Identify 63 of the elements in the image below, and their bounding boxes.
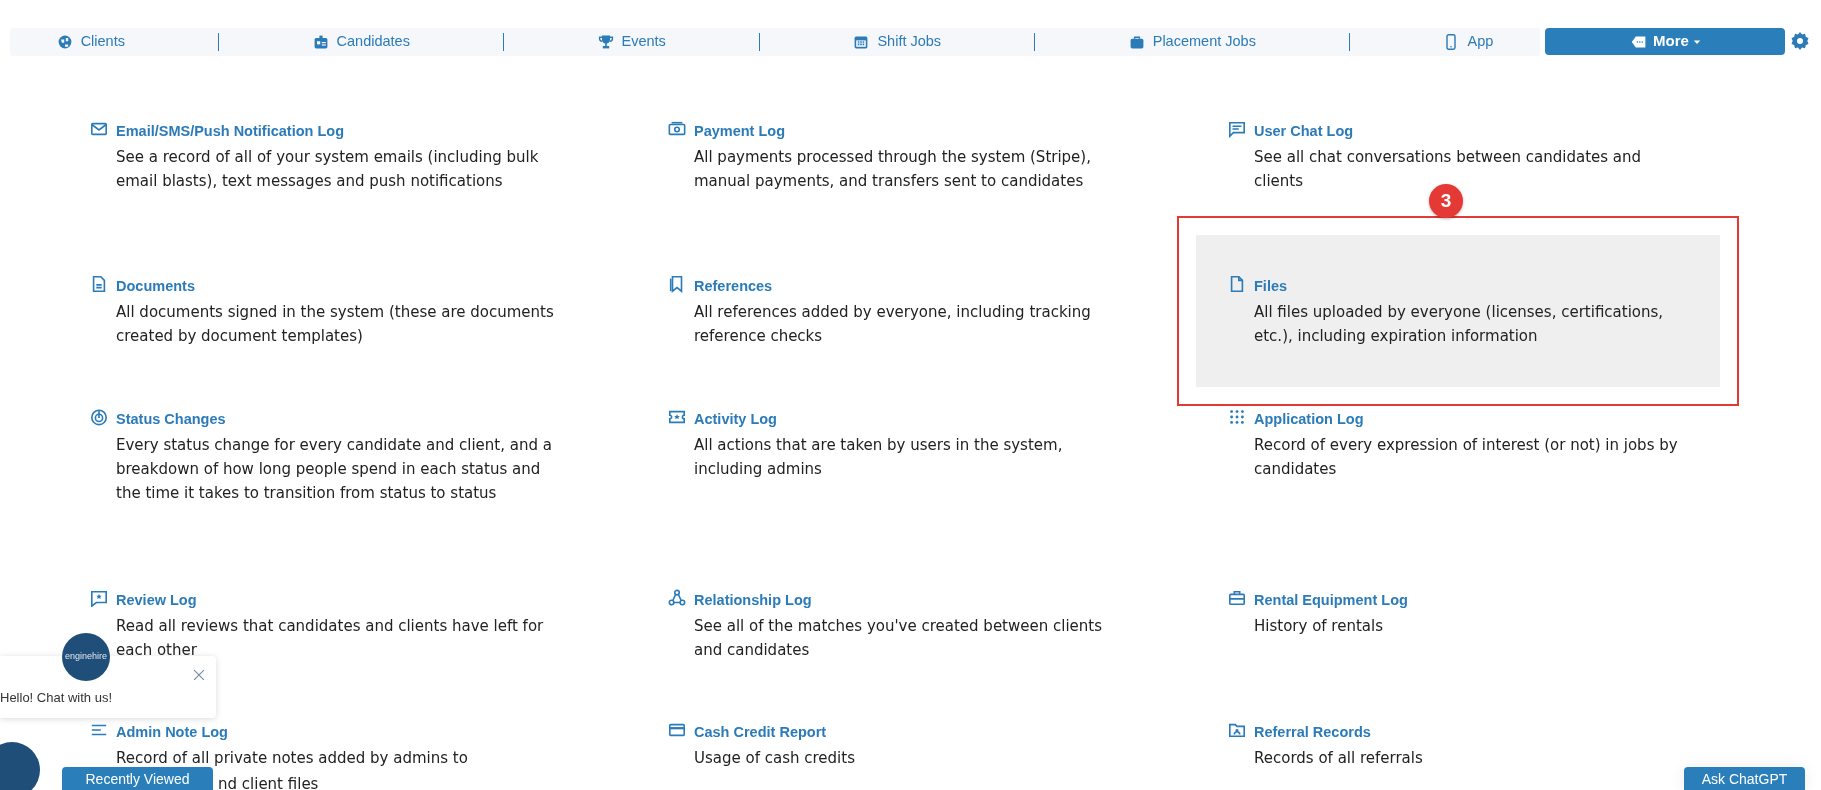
log-description: See a record of all of your system emails (including bulk email blasts), text messages and push notifications [116,147,540,192]
close-icon[interactable] [192,668,206,682]
log-description: All references added by everyone, including tracking reference checks [694,302,1092,347]
log-description: History of rentals [1254,616,1383,637]
id-badge-icon [312,34,329,50]
log-title-link[interactable]: Cash Credit Report [694,723,827,741]
ask-chatgpt-button[interactable]: Ask ChatGPT [1684,767,1805,790]
log-title-link[interactable]: Review Log [116,591,197,609]
nav-link[interactable]: App [1443,31,1494,53]
calendar-icon [853,34,870,50]
chat-icon [1228,120,1246,138]
log-description: Record of every expression of interest (or not) in jobs by candidates [1254,435,1679,480]
settings-icon[interactable] [1790,31,1810,51]
more-button[interactable]: More [1545,28,1785,55]
review-icon [90,589,108,607]
log-title-link[interactable]: Activity Log [694,410,777,428]
log-title-link[interactable]: Rental Equipment Log [1254,591,1408,609]
nav-link[interactable]: Clients [56,31,125,53]
briefcase-icon [1128,34,1145,50]
caret-icon [1692,37,1701,46]
log-title-link[interactable]: Email/SMS/Push Notification Log [116,122,344,140]
payment-icon [668,120,686,138]
trophy-icon [597,34,614,50]
recently-viewed-button[interactable]: Recently Viewed [62,767,213,790]
log-description: Records of all referrals [1254,748,1423,769]
log-description: nd client files [218,774,319,790]
log-title-link[interactable]: Relationship Log [694,591,812,609]
log-description: Read all reviews that candidates and clients have left for each other [116,616,545,661]
envelope-icon [90,120,108,138]
log-description: Usage of cash credits [694,748,855,769]
log-description: Record of all private notes added by admins to [116,748,468,769]
log-title-link[interactable]: Documents [116,277,195,295]
log-description: Every status change for every candidate and client, and a breakdown of how long people spend in each status and the time it takes to transition from status to status [116,435,553,504]
log-title-link[interactable]: Payment Log [694,122,786,140]
log-description: All files uploaded by everyone (licenses, certifications, etc.), including expiration information [1254,302,1665,347]
network-icon [668,589,686,607]
toolbox-icon [1228,589,1246,607]
log-title-link[interactable]: Files [1254,277,1288,295]
chat-message: Hello! Chat with us! [0,689,112,707]
file-icon [1228,275,1246,293]
log-title-link[interactable]: User Chat Log [1254,122,1354,140]
nav-link[interactable]: Placement Jobs [1128,31,1256,53]
step-number-badge: 3 [1429,184,1463,218]
log-title-link[interactable]: Referral Records [1254,723,1371,741]
nav-link[interactable]: Candidates [312,31,410,53]
log-description: All actions that are taken by users in the system, including admins [694,435,1064,480]
log-description: See all of the matches you've created between clients and candidates [694,616,1103,661]
log-title-link[interactable]: Status Changes [116,410,226,428]
nav-link[interactable]: Events [597,31,666,53]
document-icon [90,275,108,293]
log-title-link[interactable]: Application Log [1254,410,1364,428]
card-icon [668,721,686,739]
log-description: All payments processed through the system (Stripe), manual payments, and transfers sent to candidates [694,147,1092,192]
log-description: All documents signed in the system (these are documents created by document templates) [116,302,554,347]
ticket-icon [668,408,686,426]
logo-avatar: enginehire [62,633,110,681]
folder-icon [1228,721,1246,739]
globe-icon [56,34,73,50]
log-title-link[interactable]: Admin Note Log [116,723,228,741]
nav-link[interactable]: Shift Jobs [853,31,942,53]
log-title-link[interactable]: References [694,277,773,295]
grid-icon [1228,408,1246,426]
target-icon [90,408,108,426]
